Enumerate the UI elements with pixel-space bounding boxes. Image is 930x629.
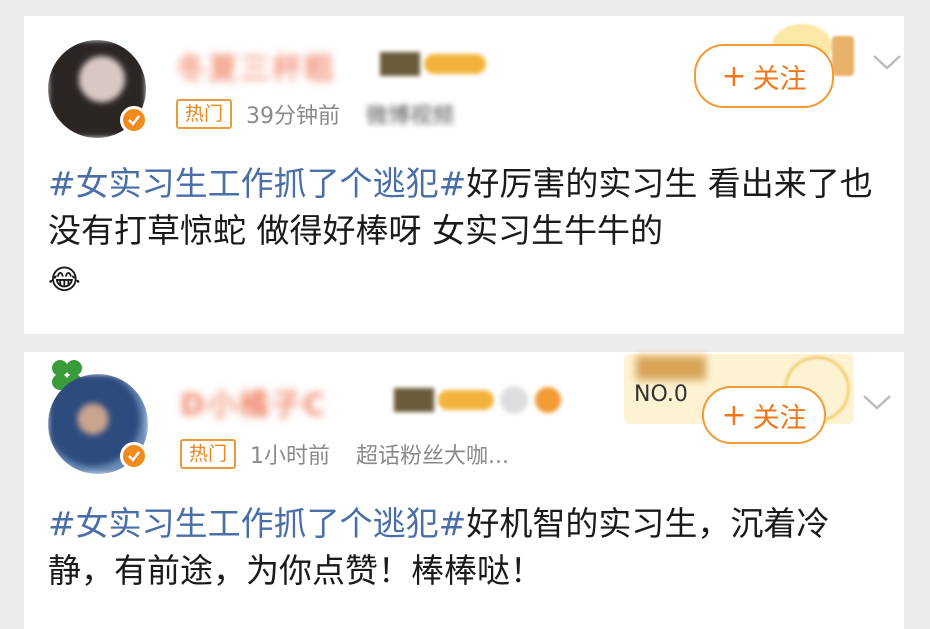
plus-icon: + [721,58,747,94]
rank-label: NO.0 [634,382,688,407]
post-card: 冬夏三杯粗 热门 39分钟前 微博视频 + 关注 #女实习生工作抓了个逃犯#好厉… [24,16,904,334]
verified-icon [120,442,148,470]
post-card: D小橘子C 热门 1小时前 超话粉丝大咖... NO.0 + 关注 #女实习生工… [24,352,904,629]
post-meta: 热门 39分钟前 微博视频 [176,98,454,130]
post-content: #女实习生工作抓了个逃犯#好厉害的实习生 看出来了也没有打草惊蛇 做得好棒呀 女… [48,160,878,303]
post-source: 超话粉丝大咖... [356,444,509,469]
follow-button[interactable]: + 关注 [702,386,826,444]
verified-icon [120,106,148,134]
emoji-icon: 😂 [48,263,81,296]
topic-link[interactable]: #女实习生工作抓了个逃犯# [48,164,466,203]
post-time: 39分钟前 [246,104,341,129]
plus-icon: + [721,397,747,433]
hot-badge: 热门 [176,99,233,129]
topic-link[interactable]: #女实习生工作抓了个逃犯# [48,504,466,543]
post-source: 微博视频 [366,104,455,129]
username[interactable]: D小橘子C [180,380,327,423]
crown-icon [380,48,490,82]
post-meta: 热门 1小时前 超话粉丝大咖... [180,438,509,470]
hot-badge: 热门 [180,439,237,469]
follow-label: 关注 [752,63,807,95]
follow-button[interactable]: + 关注 [694,44,834,108]
follow-label: 关注 [752,402,807,434]
post-time: 1小时前 [250,444,331,469]
crown-icon [394,382,594,420]
chevron-down-icon[interactable] [872,52,902,72]
chevron-down-icon[interactable] [862,392,892,412]
post-content: #女实习生工作抓了个逃犯#好机智的实习生，沉着冷静，有前途，为你点赞！棒棒哒！ [48,500,878,594]
username[interactable]: 冬夏三杯粗 [176,44,336,87]
